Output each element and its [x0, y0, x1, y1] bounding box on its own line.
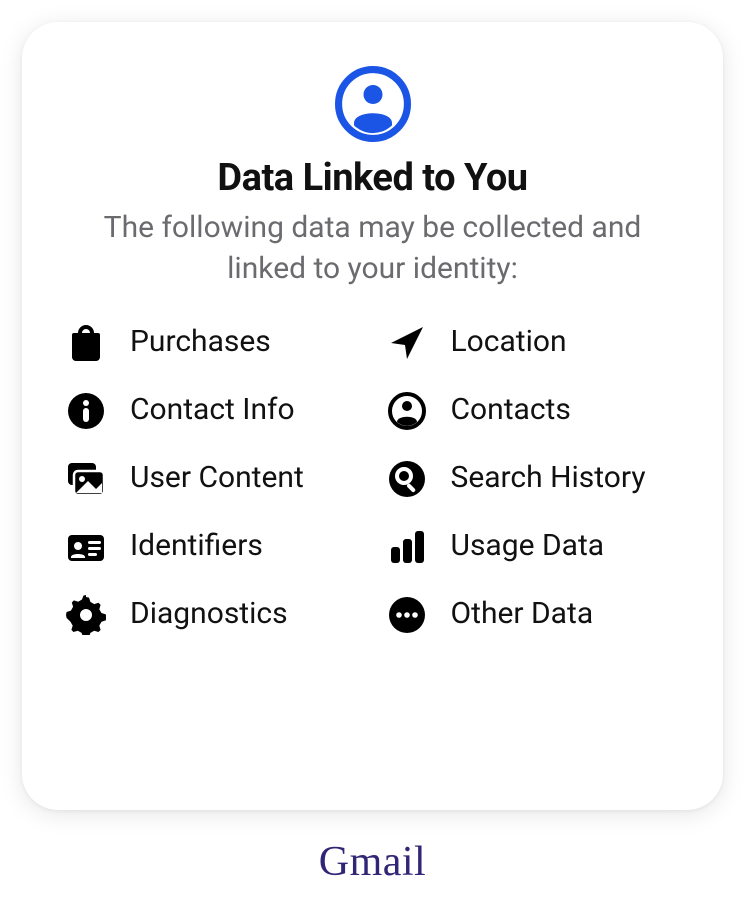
- category-purchases: Purchases: [64, 319, 361, 365]
- category-label: Location: [451, 319, 567, 361]
- category-label: Usage Data: [451, 523, 605, 565]
- search-icon: [385, 457, 429, 501]
- data-categories-grid: Purchases Contact Info User Content Iden…: [64, 319, 681, 637]
- privacy-card-title: Data Linked to You: [217, 156, 527, 200]
- category-location: Location: [385, 319, 682, 365]
- category-label: Identifiers: [130, 523, 263, 565]
- person-circle-hero-icon: [335, 66, 411, 142]
- category-label: Other Data: [451, 591, 594, 633]
- left-column: Purchases Contact Info User Content Iden…: [64, 319, 361, 637]
- bar-chart-icon: [385, 525, 429, 569]
- category-user-content: User Content: [64, 455, 361, 501]
- shopping-bag-icon: [64, 321, 108, 365]
- category-other-data: Other Data: [385, 591, 682, 637]
- category-search-history: Search History: [385, 455, 682, 501]
- gear-icon: [64, 593, 108, 637]
- right-column: Location Contacts Search History Usage D…: [385, 319, 682, 637]
- info-icon: [64, 389, 108, 433]
- category-identifiers: Identifiers: [64, 523, 361, 569]
- location-arrow-icon: [385, 321, 429, 365]
- category-label: Contact Info: [130, 387, 295, 429]
- category-diagnostics: Diagnostics: [64, 591, 361, 637]
- privacy-card-subtitle: The following data may be collected and …: [64, 208, 681, 289]
- category-label: Purchases: [130, 319, 271, 361]
- category-label: Contacts: [451, 387, 571, 429]
- category-usage-data: Usage Data: [385, 523, 682, 569]
- media-icon: [64, 457, 108, 501]
- app-name-caption: Gmail: [0, 838, 745, 886]
- category-label: User Content: [130, 455, 304, 497]
- privacy-card: Data Linked to You The following data ma…: [22, 22, 723, 810]
- id-card-icon: [64, 525, 108, 569]
- category-label: Search History: [451, 455, 646, 497]
- person-circle-icon: [385, 389, 429, 433]
- ellipsis-circle-icon: [385, 593, 429, 637]
- category-label: Diagnostics: [130, 591, 288, 633]
- category-contact-info: Contact Info: [64, 387, 361, 433]
- category-contacts: Contacts: [385, 387, 682, 433]
